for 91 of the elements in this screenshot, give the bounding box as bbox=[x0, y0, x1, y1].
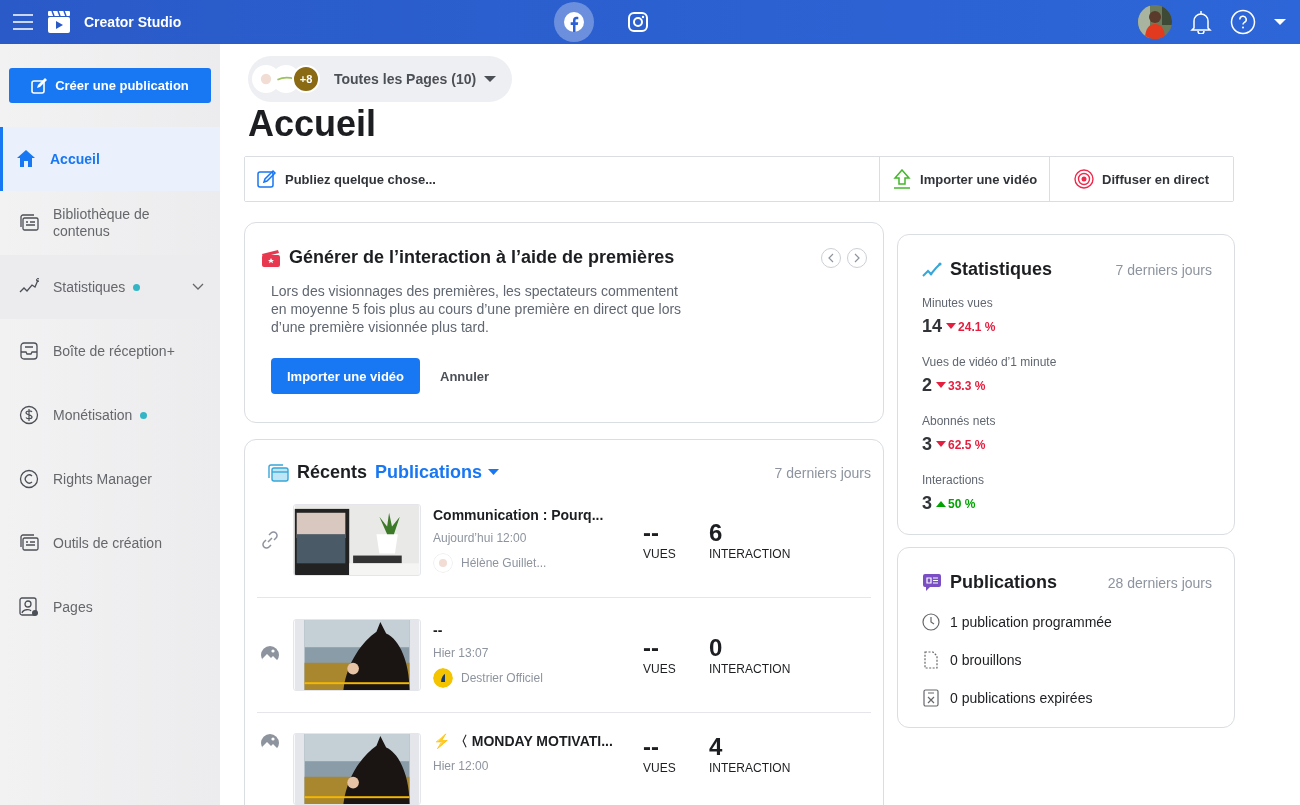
views-label: VUES bbox=[643, 662, 677, 676]
sidebar-item[interactable]: Rights Manager bbox=[0, 447, 220, 511]
page-name: Destrier Officiel bbox=[461, 671, 543, 685]
card-title: Statistiques bbox=[950, 259, 1053, 280]
clapperboard-icon bbox=[48, 11, 70, 33]
views-label: VUES bbox=[643, 547, 677, 561]
library-icon bbox=[267, 462, 289, 483]
chart-line-icon bbox=[922, 261, 942, 278]
stat-value: 3 bbox=[922, 434, 932, 455]
publications-dropdown[interactable]: Publications bbox=[375, 462, 500, 483]
caret-icon bbox=[484, 75, 497, 83]
interaction-value: 6 bbox=[709, 519, 724, 547]
menu-icon[interactable] bbox=[12, 13, 34, 31]
stat-change: 50 % bbox=[948, 496, 976, 511]
post-title[interactable]: Communication : Pourq... bbox=[433, 507, 643, 523]
sidebar-item[interactable]: Monétisation bbox=[0, 383, 220, 447]
clock-icon bbox=[922, 613, 940, 631]
cancel-button[interactable]: Annuler bbox=[440, 368, 490, 384]
link-icon bbox=[260, 530, 280, 550]
card-title: Générer de l’interaction à l’aide de premières bbox=[289, 247, 675, 268]
sidebar-item[interactable]: Outils de création bbox=[0, 511, 220, 575]
post-title[interactable]: ⚡ 〈 MONDAY MOTIVATI... bbox=[433, 733, 643, 751]
expired-box-icon bbox=[922, 689, 940, 707]
document-icon bbox=[922, 651, 940, 669]
stat-label: Abonnés nets bbox=[922, 414, 997, 428]
edit-icon bbox=[31, 77, 48, 94]
post-time: Hier 13:07 bbox=[433, 646, 490, 660]
period-label: 7 derniers jours bbox=[774, 464, 871, 481]
section-title: Récents bbox=[297, 462, 368, 483]
interaction-value: 0 bbox=[709, 634, 724, 662]
upload-video-button[interactable]: Importer une vidéo bbox=[271, 358, 421, 394]
message-icon bbox=[922, 572, 942, 593]
facebook-tab[interactable] bbox=[554, 2, 594, 42]
app-title: Creator Studio bbox=[84, 14, 182, 30]
period-label: 28 derniers jours bbox=[1107, 574, 1212, 591]
inbox-icon bbox=[19, 341, 39, 361]
compose-button[interactable]: Publiez quelque chose... bbox=[245, 157, 881, 201]
publication-count: 0 publications expirées bbox=[950, 690, 1093, 706]
create-post-button[interactable]: Créer une publication bbox=[9, 68, 211, 103]
publication-count: 1 publication programmée bbox=[950, 614, 1112, 630]
stat-label: Minutes vues bbox=[922, 296, 994, 310]
caret-icon[interactable] bbox=[1274, 18, 1286, 26]
home-icon bbox=[16, 149, 36, 169]
sidebar-item[interactable]: Boîte de réception+ bbox=[0, 319, 220, 383]
dollar-icon bbox=[19, 405, 39, 425]
instagram-icon bbox=[627, 11, 649, 33]
broadcast-icon bbox=[1074, 169, 1095, 189]
page-heading: Accueil bbox=[248, 104, 378, 144]
clapperboard-icon bbox=[261, 247, 281, 268]
stat-change: 24.1 % bbox=[958, 319, 996, 334]
sidebar-item[interactable]: Accueil bbox=[0, 127, 220, 191]
interaction-label: INTERACTION bbox=[709, 547, 792, 561]
sidebar-item[interactable]: Bibliothèque de contenus bbox=[0, 191, 220, 255]
post-time: Aujourd’hui 12:00 bbox=[433, 531, 528, 545]
chevron-right-icon bbox=[854, 252, 860, 263]
stat-value: 2 bbox=[922, 375, 932, 396]
image-icon bbox=[260, 733, 280, 753]
interaction-value: 4 bbox=[709, 733, 724, 761]
bell-icon[interactable] bbox=[1190, 10, 1212, 34]
post-title[interactable]: -- bbox=[433, 622, 643, 638]
stat-label: Interactions bbox=[922, 473, 986, 487]
help-icon[interactable] bbox=[1230, 9, 1256, 35]
caret-icon bbox=[488, 469, 500, 476]
card-title: Publications bbox=[950, 572, 1057, 593]
views-value: -- bbox=[643, 733, 660, 761]
upload-icon bbox=[892, 169, 913, 189]
copyright-icon bbox=[19, 469, 39, 489]
interaction-label: INTERACTION bbox=[709, 761, 792, 775]
facebook-icon bbox=[563, 11, 585, 33]
image-icon bbox=[260, 645, 280, 665]
library-icon bbox=[19, 213, 39, 233]
post-time: Hier 12:00 bbox=[433, 759, 490, 773]
edit-icon bbox=[257, 169, 277, 189]
card-description: Lors des visionnages des premières, les spectateurs commentent en moyenne 5 fois plus au cours d’une première en direct que lors d’une première visionnée plus tard. bbox=[271, 282, 683, 336]
page-selector[interactable]: +8 Toutes les Pages (10) bbox=[248, 56, 513, 102]
interaction-label: INTERACTION bbox=[709, 662, 792, 676]
page-name: Hélène Guillet... bbox=[461, 556, 547, 570]
chevron-left-icon bbox=[828, 252, 834, 263]
views-value: -- bbox=[643, 634, 660, 662]
sidebar-item[interactable]: Pages bbox=[0, 575, 220, 639]
period-label: 7 derniers jours bbox=[1115, 261, 1212, 278]
library-icon bbox=[19, 533, 39, 553]
stat-value: 3 bbox=[922, 493, 932, 514]
views-value: -- bbox=[643, 519, 660, 547]
stat-change: 62.5 % bbox=[948, 437, 986, 452]
publication-count: 0 brouillons bbox=[950, 652, 1022, 668]
stat-value: 14 bbox=[922, 316, 943, 337]
stat-label: Vues de vidéo d’1 minute bbox=[922, 355, 1058, 369]
page-count-avatar: +8 bbox=[292, 65, 320, 93]
views-label: VUES bbox=[643, 761, 677, 775]
stat-change: 33.3 % bbox=[948, 378, 986, 393]
